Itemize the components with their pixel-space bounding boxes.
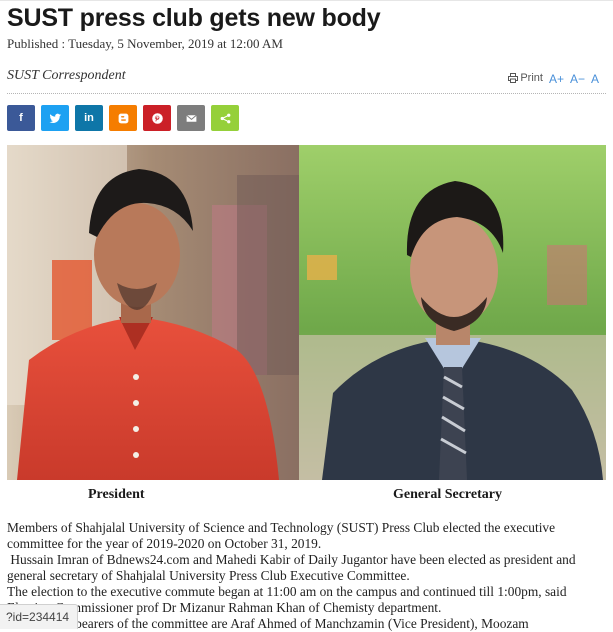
linkedin-icon: in: [84, 112, 94, 124]
printer-icon: [508, 73, 519, 83]
email-icon: [185, 112, 198, 125]
top-border: [0, 0, 613, 1]
font-increase-button[interactable]: A+: [549, 72, 564, 86]
font-decrease-button[interactable]: A−: [570, 72, 585, 86]
general-secretary-caption: General Secretary: [393, 487, 502, 502]
published-date: Published : Tuesday, 5 November, 2019 at…: [7, 36, 283, 51]
print-button[interactable]: Print: [508, 72, 543, 84]
status-bar-url: ?id=234414: [0, 604, 79, 629]
article-title: SUST press club gets new body: [7, 4, 381, 32]
share-linkedin-button[interactable]: in: [75, 105, 103, 131]
body-paragraph: The election to the executive commute be…: [7, 584, 567, 615]
pinterest-icon: [151, 112, 164, 125]
share-facebook-button[interactable]: f: [7, 105, 35, 131]
body-paragraph: Members of Shahjalal University of Scien…: [7, 520, 556, 551]
article-body: Members of Shahjalal University of Scien…: [7, 520, 607, 632]
share-bar: f in: [7, 105, 239, 131]
share-sharethis-button[interactable]: [211, 105, 239, 131]
sharethis-icon: [219, 112, 232, 125]
byline: SUST Correspondent: [7, 68, 126, 83]
article-tools: Print A+ A− A: [508, 72, 599, 86]
article-photo: [7, 145, 606, 480]
body-paragraph: Other office bearers of the committee ar…: [7, 616, 529, 631]
president-caption: President: [88, 487, 145, 502]
blogger-icon: [117, 112, 130, 125]
share-twitter-button[interactable]: [41, 105, 69, 131]
print-label: Print: [520, 72, 543, 84]
twitter-icon: [48, 112, 62, 125]
facebook-icon: f: [19, 112, 23, 124]
article-photo-image: [7, 145, 606, 480]
body-paragraph: Hussain Imran of Bdnews24.com and Mahedi…: [7, 552, 576, 583]
share-blogger-button[interactable]: [109, 105, 137, 131]
share-pinterest-button[interactable]: [143, 105, 171, 131]
font-reset-button[interactable]: A: [591, 72, 599, 86]
share-email-button[interactable]: [177, 105, 205, 131]
divider: [7, 93, 606, 94]
